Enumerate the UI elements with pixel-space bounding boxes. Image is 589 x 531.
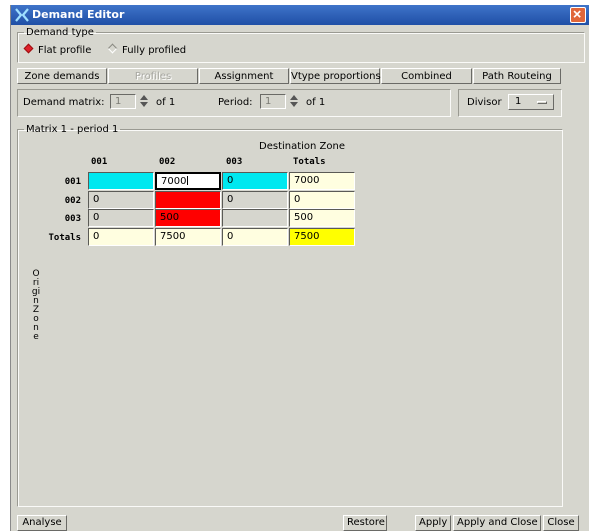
matrix-cell-002-totals: 0 xyxy=(289,191,355,209)
tab-assignment[interactable]: Assignment xyxy=(199,68,289,84)
flat-profile-radio[interactable]: Flat profile xyxy=(23,43,92,56)
analyse-button[interactable]: Analyse xyxy=(17,515,67,531)
apply-and-close-button[interactable]: Apply and Close xyxy=(453,515,541,531)
tab-profiles[interactable]: Profiles xyxy=(108,68,198,84)
spin-up-icon[interactable] xyxy=(290,95,298,100)
matrix-cell-001-totals: 7000 xyxy=(289,172,355,190)
divisor-value: 1 xyxy=(515,96,522,107)
demand-matrix-spinner-arrows[interactable] xyxy=(140,94,149,109)
tab-vtype-proportions[interactable]: Vtype proportions xyxy=(290,68,381,84)
column-header-totals: Totals xyxy=(293,157,326,167)
tab-combined[interactable]: Combined xyxy=(381,68,472,84)
matrix-cell-003-totals: 500 xyxy=(289,209,355,227)
demand-matrix-label: Demand matrix: xyxy=(23,97,105,108)
close-icon xyxy=(573,10,581,18)
tab-vtype-proportions-label: Vtype proportions xyxy=(291,71,381,82)
divisor-dropdown[interactable]: 1 xyxy=(508,94,554,110)
demand-matrix-spinner-field[interactable]: 1 xyxy=(110,94,136,109)
matrix-cell-totals-003: 0 xyxy=(222,228,288,246)
period-spinner-field[interactable]: 1 xyxy=(260,94,286,109)
tab-combined-label: Combined xyxy=(401,71,452,82)
matrix-cell-002-003[interactable]: 0 xyxy=(222,191,288,209)
matrix-cell-001-003[interactable]: 0 xyxy=(222,172,288,190)
row-header-001: 001 xyxy=(64,177,81,187)
radio-unselected-icon xyxy=(107,43,118,54)
close-button[interactable]: Close xyxy=(543,515,579,531)
spin-down-icon[interactable] xyxy=(290,102,298,107)
matrix-cell-003-002[interactable]: 500 xyxy=(155,209,221,227)
matrix-cell-002-001[interactable]: 0 xyxy=(88,191,154,209)
restore-button[interactable]: Restore xyxy=(343,515,387,531)
period-spinner-arrows[interactable] xyxy=(290,94,299,109)
editing-cell-value: 7000 xyxy=(161,176,187,187)
matrix-cell-003-003[interactable] xyxy=(222,209,288,227)
matrix-cell-002-002[interactable] xyxy=(155,191,221,209)
row-header-003: 003 xyxy=(64,214,81,224)
tab-assignment-label: Assignment xyxy=(214,71,274,82)
text-cursor-icon xyxy=(187,176,189,185)
period-of-label: of 1 xyxy=(306,97,326,108)
column-header-003: 003 xyxy=(226,157,243,167)
option-menu-icon xyxy=(537,101,547,104)
matrix-cell-totals-001: 0 xyxy=(88,228,154,246)
tab-path-routeing-label: Path Routeing xyxy=(482,71,552,82)
demand-editor-window: Demand Editor Demand type Flat profile F… xyxy=(10,5,589,531)
spin-down-icon[interactable] xyxy=(140,102,148,107)
demand-matrix-of-label: of 1 xyxy=(156,97,176,108)
tab-profiles-label: Profiles xyxy=(134,71,172,82)
origin-zone-label: Origin Zone xyxy=(31,269,41,342)
period-label: Period: xyxy=(218,97,253,108)
row-header-002: 002 xyxy=(64,196,81,206)
destination-zone-label: Destination Zone xyxy=(259,141,346,152)
tab-zone-demands[interactable]: Zone demands xyxy=(17,68,107,84)
spin-up-icon[interactable] xyxy=(140,95,148,100)
column-header-002: 002 xyxy=(159,157,176,167)
demand-type-legend: Demand type xyxy=(26,27,94,38)
fully-profiled-label: Fully profiled xyxy=(122,45,187,56)
column-header-001: 001 xyxy=(91,157,108,167)
radio-selected-icon xyxy=(23,43,34,54)
apply-button[interactable]: Apply xyxy=(415,515,451,531)
x-logo-icon xyxy=(15,8,29,22)
window-title: Demand Editor xyxy=(32,8,125,21)
matrix-cell-001-001[interactable] xyxy=(88,172,154,190)
matrix-cell-grand-total: 7500 xyxy=(289,228,355,246)
divisor-label: Divisor xyxy=(467,97,502,108)
tab-zone-demands-label: Zone demands xyxy=(24,71,100,82)
matrix-cell-003-001[interactable]: 0 xyxy=(88,209,154,227)
title-bar[interactable]: Demand Editor xyxy=(11,5,589,25)
matrix-cell-totals-002: 7500 xyxy=(155,228,221,246)
demand-type-group: Demand type xyxy=(17,27,585,63)
matrix-legend: Matrix 1 - period 1 xyxy=(26,124,119,135)
tab-path-routeing[interactable]: Path Routeing xyxy=(473,68,561,84)
flat-profile-label: Flat profile xyxy=(38,45,92,56)
row-header-totals: Totals xyxy=(48,233,81,243)
fully-profiled-radio[interactable]: Fully profiled xyxy=(107,43,187,56)
matrix-cell-001-002-editing[interactable]: 7000 xyxy=(155,172,221,190)
close-window-button[interactable] xyxy=(570,7,586,23)
